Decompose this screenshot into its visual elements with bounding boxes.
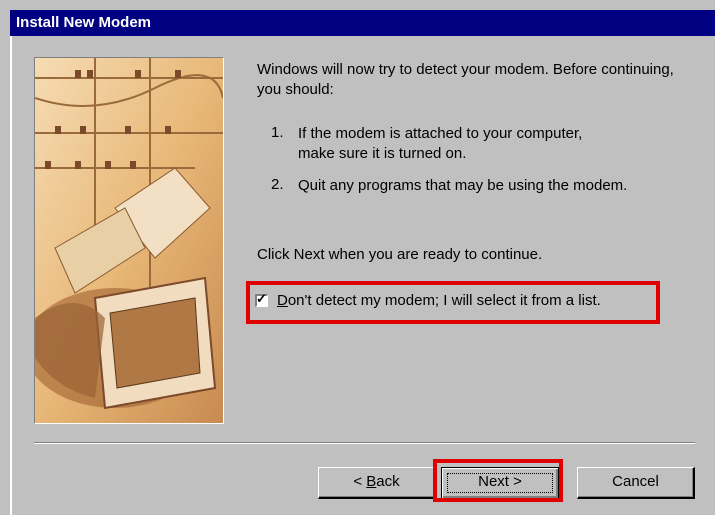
step-2-text: Quit any programs that may be using the … — [298, 177, 628, 194]
separator-highlight — [34, 443, 695, 444]
illustration-image — [35, 58, 223, 423]
next-button-highlight-box — [433, 459, 563, 502]
step-1-number: 1. — [271, 124, 284, 141]
cancel-button[interactable]: Cancel — [577, 467, 695, 499]
step-2-number: 2. — [271, 176, 284, 193]
click-next-text: Click Next when you are ready to continu… — [257, 246, 543, 263]
title-bar: Install New Modem — [10, 10, 715, 36]
back-prefix: < — [353, 473, 367, 490]
step-1-text: If the modem is attached to your compute… — [298, 125, 583, 162]
window-title: Install New Modem — [16, 14, 152, 31]
back-button[interactable]: < Back — [318, 467, 436, 499]
install-modem-dialog: Install New Modem Windows will now try t… — [0, 0, 715, 515]
modem-wizard-illustration — [34, 57, 224, 424]
intro-text: Windows will now try to detect your mode… — [257, 61, 674, 98]
cancel-label: Cancel — [612, 473, 659, 490]
back-mnemonic: B — [366, 473, 377, 490]
window-edge — [10, 10, 12, 515]
checkbox-highlight-box — [246, 281, 660, 324]
back-rest: ack — [376, 473, 400, 490]
